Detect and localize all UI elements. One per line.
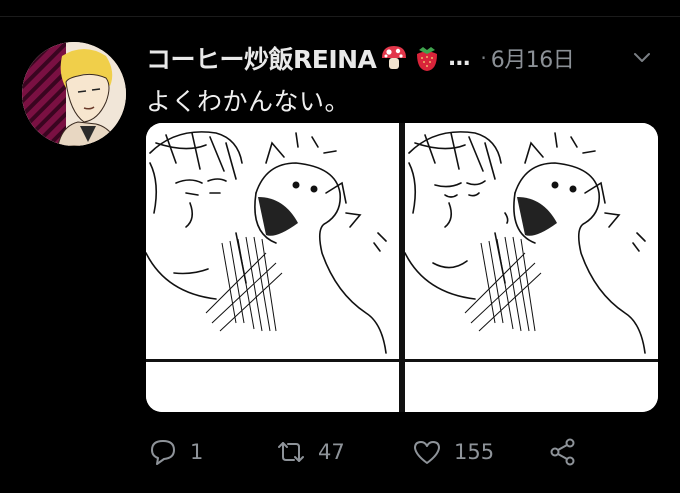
retweet-icon [274, 435, 308, 469]
separator-line [0, 16, 680, 17]
mushroom-icon [379, 43, 409, 73]
like-button[interactable]: 155 [410, 430, 494, 474]
name-truncation: … [448, 45, 471, 71]
reply-count: 1 [190, 440, 204, 464]
chevron-down-icon[interactable] [628, 44, 656, 72]
media-image-1[interactable] [146, 123, 399, 412]
share-button[interactable] [546, 430, 580, 474]
tweet-actions: 1 47 155 [146, 430, 658, 474]
media-image-2[interactable] [405, 123, 658, 412]
share-icon [546, 435, 580, 469]
tweet-header: コーヒー炒飯REINA … · 6月16日 [146, 40, 656, 76]
tweet-text: よくわかんない。 [146, 87, 351, 116]
strawberry-icon [412, 43, 442, 73]
like-count: 155 [454, 440, 495, 464]
tweet-date[interactable]: 6月16日 [491, 42, 575, 74]
retweet-button[interactable]: 47 [274, 430, 345, 474]
display-name[interactable]: コーヒー炒飯REINA [146, 40, 377, 76]
retweet-count: 47 [318, 440, 345, 464]
like-icon [410, 435, 444, 469]
separator-dot: · [480, 46, 487, 70]
reply-icon [146, 435, 180, 469]
avatar[interactable] [22, 42, 126, 146]
avatar-illustration [22, 42, 126, 146]
reply-button[interactable]: 1 [146, 430, 203, 474]
media-grid [146, 123, 658, 412]
